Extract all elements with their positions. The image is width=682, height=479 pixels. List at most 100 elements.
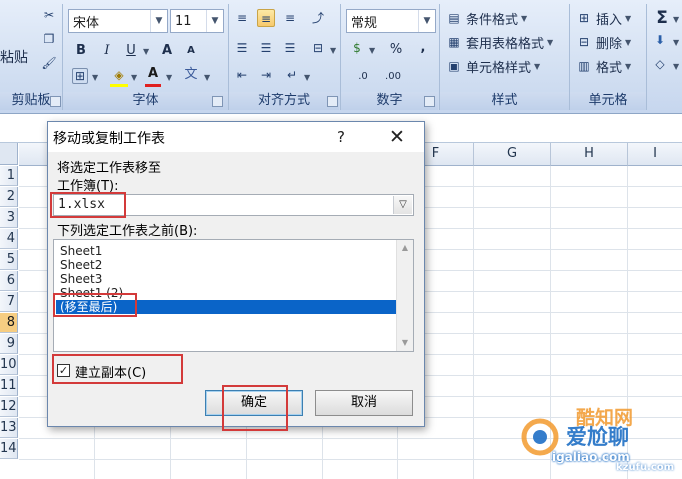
chevron-down-icon[interactable]: ▼ xyxy=(150,10,167,32)
list-item-selected[interactable]: (移至最后) xyxy=(56,300,400,314)
chevron-down-icon[interactable]: ▼ xyxy=(673,15,679,24)
borders-icon[interactable]: ⊞ xyxy=(72,68,88,84)
row-header[interactable]: 11 xyxy=(0,376,18,396)
align-center-icon[interactable]: ☰ xyxy=(257,39,275,57)
clipboard-launcher[interactable] xyxy=(50,96,61,107)
column-header-i[interactable]: I xyxy=(628,143,682,166)
fill-color-icon[interactable]: ◈ xyxy=(110,66,128,84)
font-launcher[interactable] xyxy=(212,96,223,107)
chevron-down-icon[interactable]: ▽ xyxy=(393,196,412,214)
scroll-down-icon[interactable]: ▼ xyxy=(397,335,413,351)
ok-button[interactable]: 确定 xyxy=(205,390,303,416)
row-header[interactable]: 6 xyxy=(0,271,18,291)
format-button[interactable]: ▥ 格式 ▼ xyxy=(575,55,631,77)
clear-icon[interactable]: ◇ xyxy=(651,55,669,73)
font-color-button[interactable]: A xyxy=(142,63,164,85)
select-all-corner[interactable] xyxy=(0,143,18,165)
font-size-combo[interactable]: 11 ▼ xyxy=(170,9,224,33)
chevron-down-icon[interactable]: ▼ xyxy=(673,62,679,71)
currency-icon[interactable]: $ xyxy=(348,39,366,57)
scroll-up-icon[interactable]: ▲ xyxy=(397,240,413,256)
phonetic-button[interactable]: 文 xyxy=(180,64,202,86)
chevron-down-icon[interactable]: ▼ xyxy=(166,73,172,82)
align-left-icon[interactable]: ☰ xyxy=(233,39,251,57)
format-painter-icon[interactable]: 🖌 xyxy=(40,54,58,72)
align-right-icon[interactable]: ☰ xyxy=(281,39,299,57)
chevron-down-icon[interactable]: ▼ xyxy=(143,47,149,56)
chevron-down-icon[interactable]: ▼ xyxy=(92,73,98,82)
list-item[interactable]: Sheet1 xyxy=(60,244,390,258)
row-header[interactable]: 7 xyxy=(0,292,18,312)
decrease-indent-icon[interactable]: ⇤ xyxy=(233,66,251,84)
paste-button[interactable]: 粘贴 xyxy=(0,46,28,68)
format-as-table-button[interactable]: ▦ 套用表格格式 ▼ xyxy=(445,31,553,53)
list-item[interactable]: Sheet1 (2) xyxy=(60,286,390,300)
chevron-down-icon[interactable]: ▼ xyxy=(304,73,310,82)
create-copy-checkbox[interactable]: ✓ xyxy=(57,364,70,377)
italic-button[interactable]: I xyxy=(96,40,118,62)
chevron-down-icon[interactable]: ▼ xyxy=(673,38,679,47)
create-copy-label[interactable]: 建立副本(C) xyxy=(75,362,146,381)
column-header-g[interactable]: G xyxy=(474,143,551,166)
cancel-button[interactable]: 取消 xyxy=(315,390,413,416)
font-name-combo[interactable]: 宋体 ▼ xyxy=(68,9,168,33)
align-middle-icon[interactable]: ≡ xyxy=(257,9,275,27)
close-icon[interactable]: ✕ xyxy=(382,124,412,150)
cut-icon[interactable]: ✂ xyxy=(40,6,58,24)
alignment-launcher[interactable] xyxy=(327,96,338,107)
font-size-value: 11 xyxy=(175,13,192,29)
sheet-list[interactable]: Sheet1 Sheet2 Sheet3 Sheet1 (2) (移至最后) ▲… xyxy=(53,239,414,352)
row-header[interactable]: 1 xyxy=(0,166,18,186)
chevron-down-icon: ▼ xyxy=(521,13,528,23)
chevron-down-icon[interactable]: ▼ xyxy=(131,73,137,82)
increase-indent-icon[interactable]: ⇥ xyxy=(257,66,275,84)
bold-button[interactable]: B xyxy=(70,40,92,62)
column-header-h[interactable]: H xyxy=(551,143,628,166)
list-item[interactable]: Sheet3 xyxy=(60,272,390,286)
chevron-down-icon[interactable]: ▼ xyxy=(204,73,210,82)
chevron-down-icon[interactable]: ▼ xyxy=(206,10,223,32)
chevron-down-icon[interactable]: ▼ xyxy=(369,46,375,55)
list-item[interactable]: Sheet2 xyxy=(60,258,390,272)
conditional-format-button[interactable]: ▤ 条件格式 ▼ xyxy=(445,7,527,29)
align-bottom-icon[interactable]: ≡ xyxy=(281,9,299,27)
insert-button[interactable]: ⊞ 插入 ▼ xyxy=(575,7,631,29)
row-header[interactable]: 12 xyxy=(0,397,18,417)
wrap-text-icon[interactable]: ↵ xyxy=(283,66,301,84)
row-header[interactable]: 10 xyxy=(0,355,18,375)
row-header-selected[interactable]: 8 xyxy=(0,313,18,333)
row-header[interactable]: 2 xyxy=(0,187,18,207)
grow-font-button[interactable]: A xyxy=(156,40,178,62)
number-launcher[interactable] xyxy=(424,96,435,107)
decrease-decimal-button[interactable]: .00 xyxy=(378,66,408,88)
row-header[interactable]: 9 xyxy=(0,334,18,354)
row-header[interactable]: 5 xyxy=(0,250,18,270)
row-header[interactable]: 3 xyxy=(0,208,18,228)
fill-color-swatch xyxy=(110,84,128,87)
help-icon[interactable]: ? xyxy=(331,127,351,147)
shrink-font-button[interactable]: A xyxy=(180,40,202,62)
cell-styles-button[interactable]: ▣ 单元格样式 ▼ xyxy=(445,55,540,77)
chevron-down-icon[interactable]: ▼ xyxy=(330,46,336,55)
comma-button[interactable]: , xyxy=(412,37,434,59)
paste-label: 粘贴 xyxy=(0,50,28,66)
number-format-combo[interactable]: 常规 ▼ xyxy=(346,9,436,33)
workbook-dropdown[interactable]: 1.xlsx ▽ xyxy=(53,194,414,216)
fill-down-icon[interactable]: ⬇ xyxy=(651,31,669,49)
orientation-icon[interactable]: ⤴ xyxy=(309,9,327,27)
merge-center-icon[interactable]: ⊟ xyxy=(309,39,327,57)
align-top-icon[interactable]: ≡ xyxy=(233,9,251,27)
cell-styles-icon: ▣ xyxy=(448,59,460,73)
autosum-button[interactable]: Σ xyxy=(651,7,673,29)
percent-button[interactable]: % xyxy=(385,39,407,61)
row-header[interactable]: 14 xyxy=(0,439,18,459)
delete-button[interactable]: ⊟ 删除 ▼ xyxy=(575,31,631,53)
copy-icon[interactable]: ❐ xyxy=(40,30,58,48)
dialog-titlebar[interactable]: 移动或复制工作表 ? ✕ xyxy=(48,122,424,152)
sheet-list-scrollbar[interactable]: ▲ ▼ xyxy=(396,240,413,351)
row-header[interactable]: 4 xyxy=(0,229,18,249)
chevron-down-icon[interactable]: ▼ xyxy=(418,10,435,32)
underline-button[interactable]: U xyxy=(120,40,142,62)
row-header[interactable]: 13 xyxy=(0,418,18,438)
increase-decimal-button[interactable]: .0 xyxy=(350,66,376,88)
